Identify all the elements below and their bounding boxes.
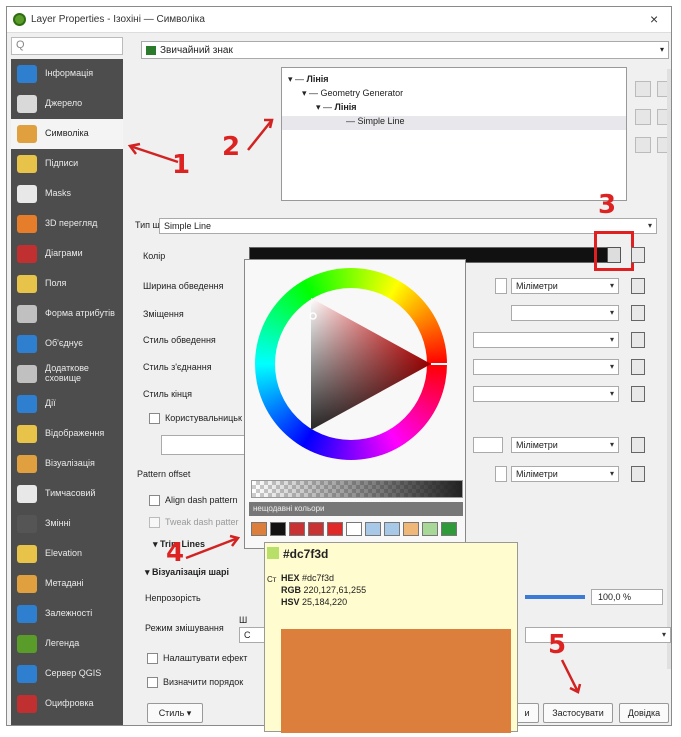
annotation-arrow-5 — [560, 659, 580, 693]
annotation-arrow-1 — [129, 144, 179, 164]
annotation-number-2: 2 — [222, 132, 241, 162]
annotation-number-3: 3 — [598, 190, 617, 220]
annotation-number-1: 1 — [172, 150, 191, 180]
annotation-arrow-4 — [185, 536, 239, 560]
annotation-number-4: 4 — [166, 538, 185, 568]
annotation-layer — [127, 118, 582, 694]
annotation-arrow-2 — [247, 119, 273, 151]
annotation-number-5: 5 — [548, 630, 567, 660]
